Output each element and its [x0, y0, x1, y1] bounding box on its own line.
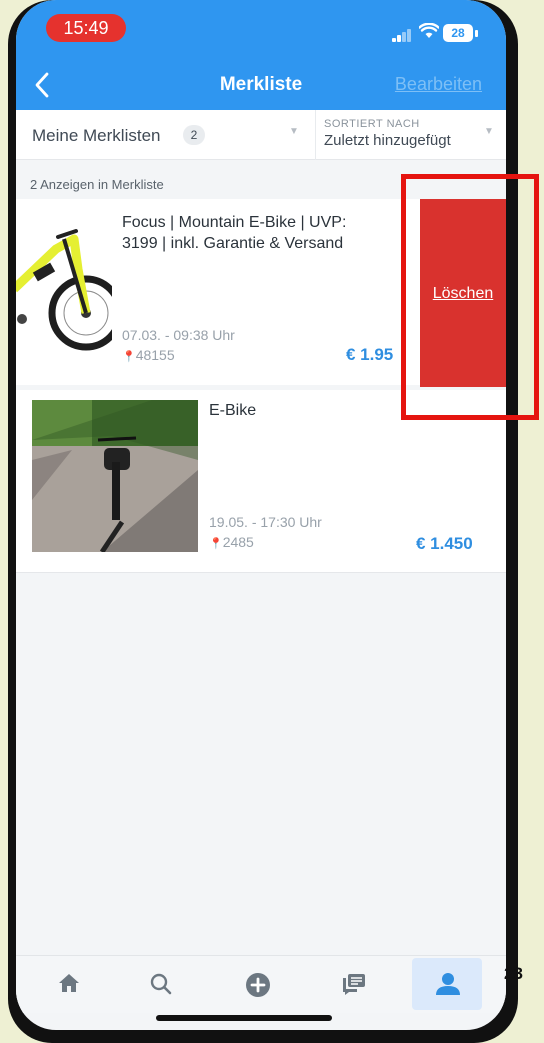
listing-price: € 1.450: [416, 534, 473, 553]
chevron-down-icon[interactable]: ▼: [289, 126, 299, 137]
listing-image: [32, 400, 198, 552]
location-text: 48155: [135, 347, 175, 363]
chevron-down-icon[interactable]: ▼: [484, 126, 494, 137]
tab-add[interactable]: [222, 958, 292, 1010]
tab-profile[interactable]: [412, 958, 482, 1010]
list-selector[interactable]: Meine Merklisten: [32, 126, 161, 146]
location-pin-icon: 📍: [122, 351, 136, 363]
location-pin-icon: 📍: [209, 538, 223, 550]
plus-icon: [246, 973, 270, 997]
list-count-badge: 2: [183, 125, 205, 145]
wifi-icon: [418, 22, 440, 44]
divider: [315, 110, 316, 160]
status-time: 15:49: [46, 14, 126, 42]
sort-selector[interactable]: Zuletzt hinzugefügt: [324, 132, 451, 149]
listing-image: [16, 209, 112, 359]
signal-icon: [392, 28, 412, 42]
home-icon: [59, 974, 79, 992]
search-icon: [150, 973, 172, 995]
location-text: 2485: [222, 534, 254, 550]
listing-location: 📍2485: [209, 534, 254, 550]
edit-button[interactable]: Bearbeiten: [395, 74, 482, 95]
tab-messages[interactable]: [318, 958, 388, 1010]
messages-icon: [343, 974, 365, 995]
listing-title[interactable]: E-Bike: [209, 400, 256, 421]
tab-home[interactable]: [34, 958, 104, 1010]
nav-header: Merkliste Bearbeiten: [16, 60, 506, 110]
tab-search[interactable]: [126, 958, 196, 1010]
listing-date: 19.05. - 17:30 Uhr: [209, 514, 322, 530]
filter-bar: Meine Merklisten 2 ▼ SORTIERT NACH Zulet…: [16, 110, 506, 160]
listing-title[interactable]: Focus | Mountain E-Bike | UVP: 3199 | in…: [122, 212, 382, 254]
listing-price: € 1.95: [346, 345, 394, 364]
highlight-box: [401, 174, 539, 420]
tab-bar: [16, 955, 506, 1013]
app-screen: 15:49 28 Merkliste Bearbeiten Meine Merk…: [16, 0, 506, 1030]
home-indicator[interactable]: [156, 1015, 332, 1021]
status-bar: 15:49 28: [16, 0, 506, 60]
listing-location: 📍48155: [122, 347, 175, 363]
listing-date: 07.03. - 09:38 Uhr: [122, 327, 235, 343]
battery-tip: [475, 30, 478, 37]
battery-indicator: 28: [443, 24, 473, 42]
result-count: 2 Anzeigen in Merkliste: [30, 177, 164, 192]
sort-label: SORTIERT NACH: [324, 118, 420, 130]
overlay-text: 23: [504, 964, 523, 983]
user-icon: [436, 973, 460, 995]
